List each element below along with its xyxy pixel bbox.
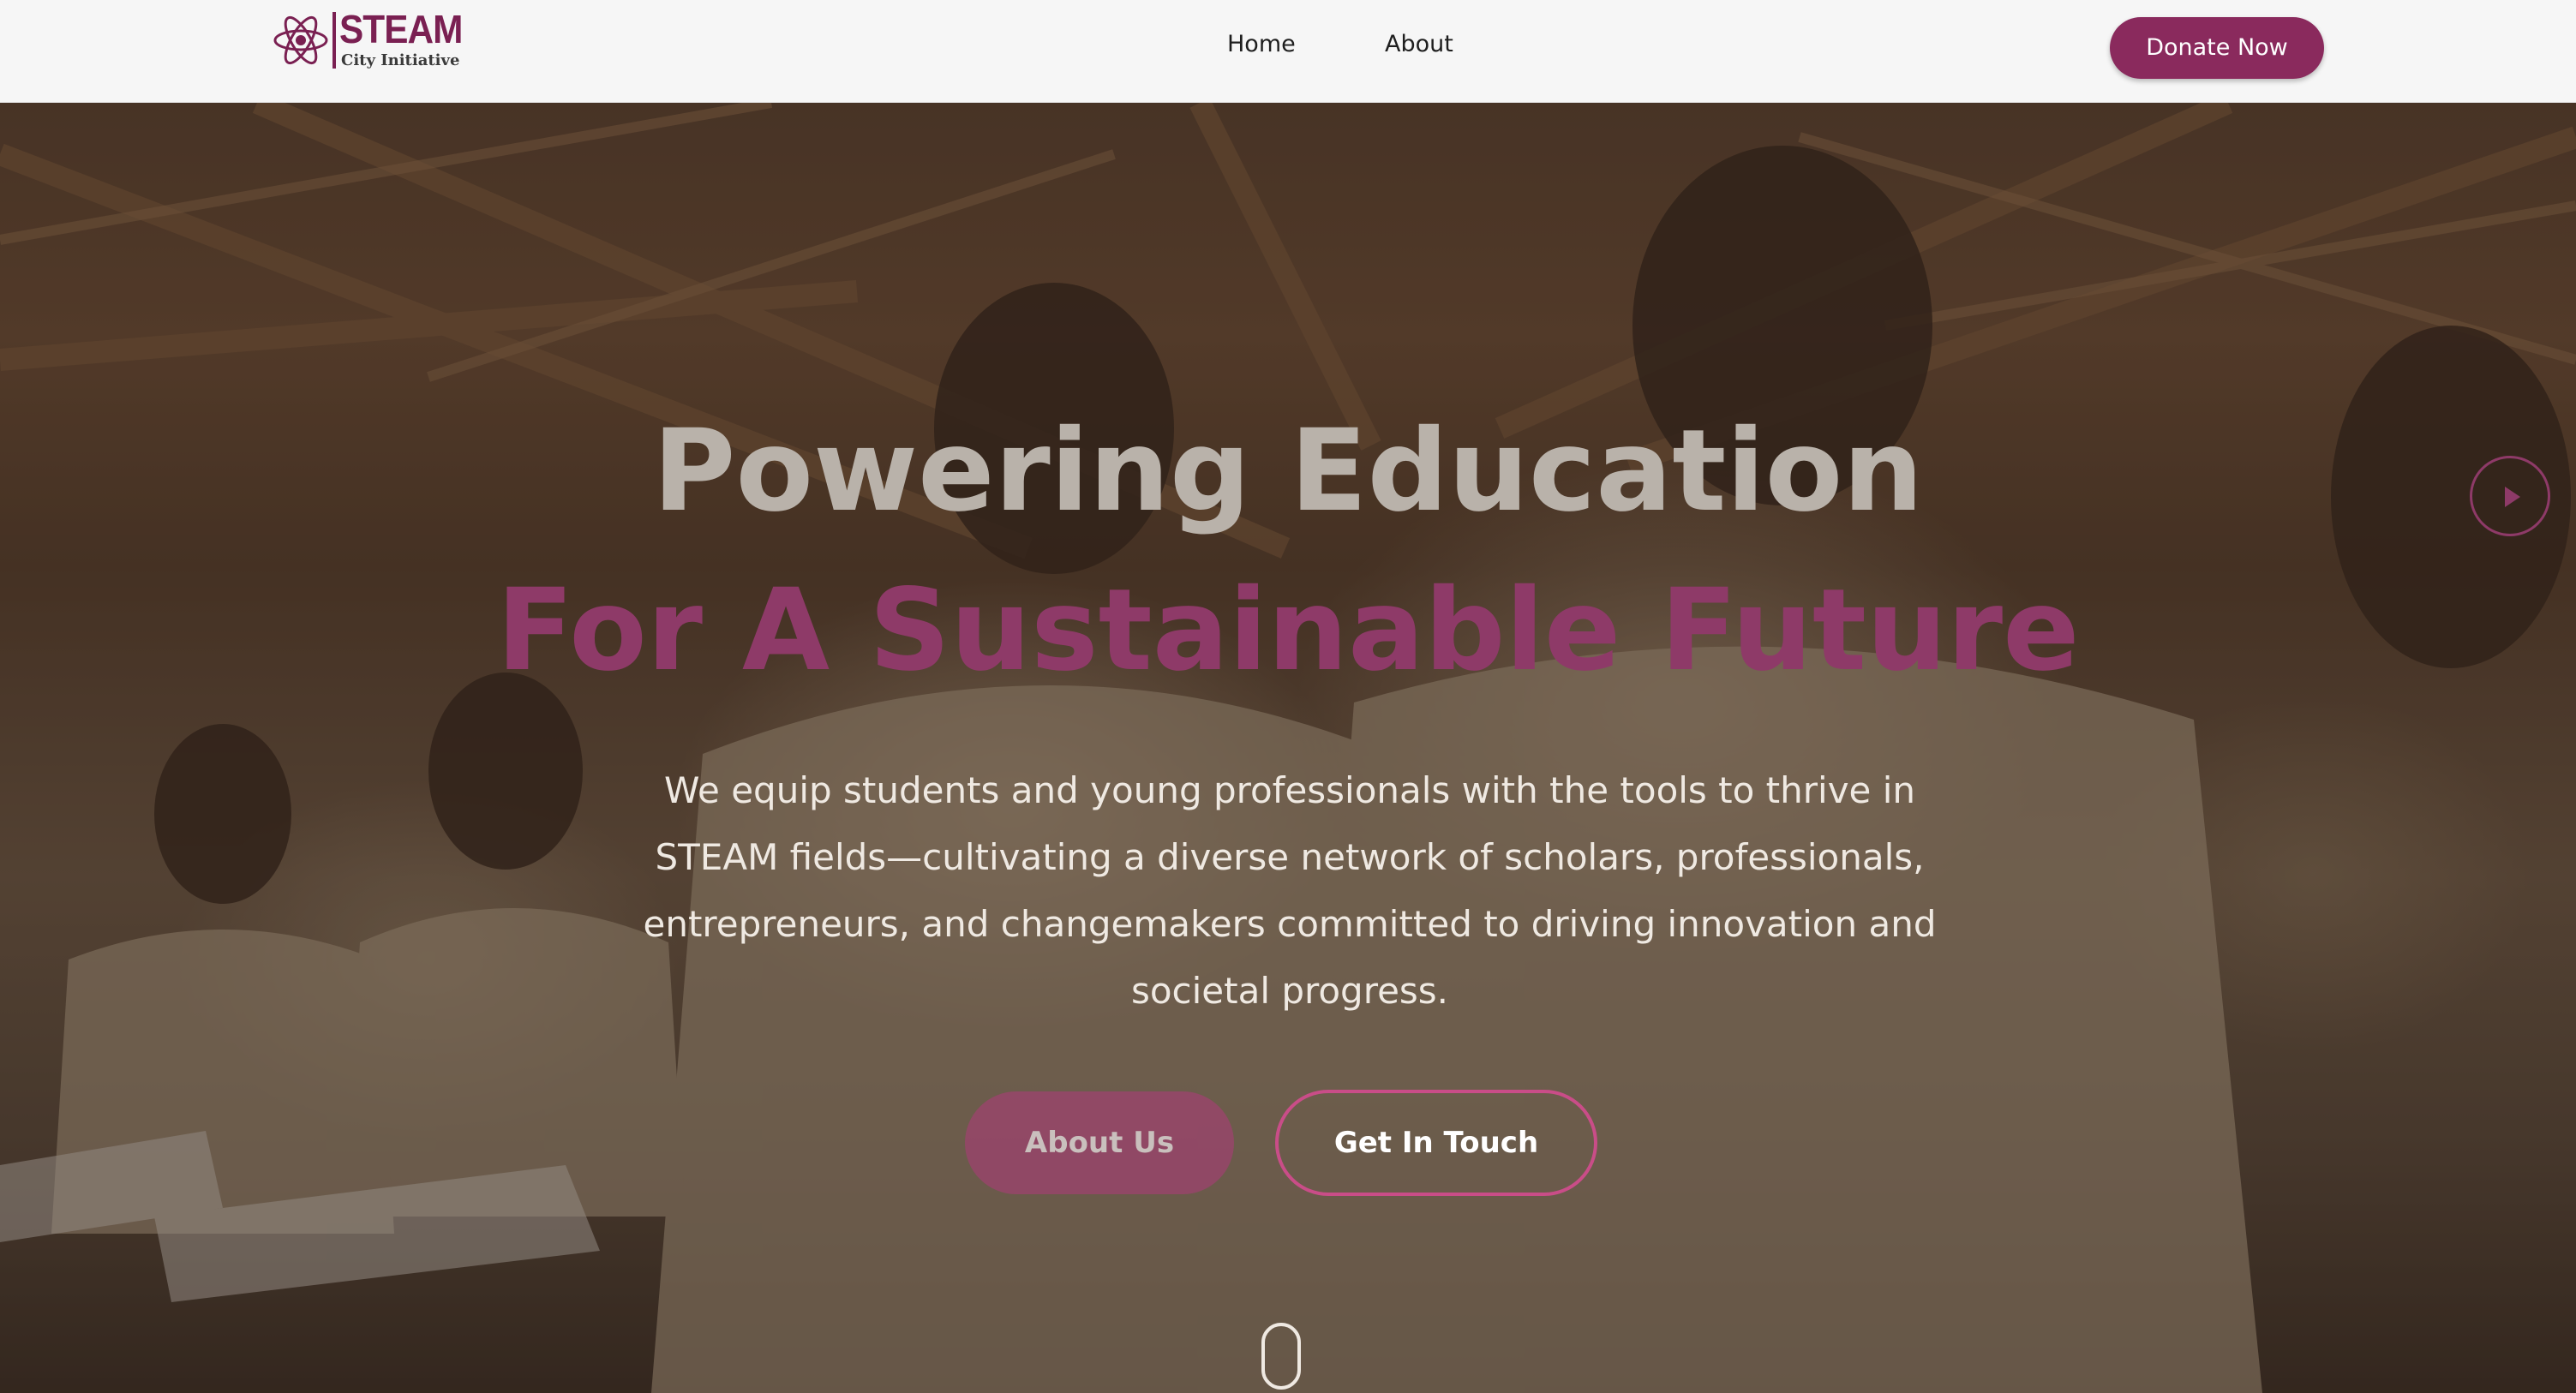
play-video-button[interactable] xyxy=(2470,456,2550,536)
get-in-touch-button[interactable]: Get In Touch xyxy=(1275,1090,1597,1196)
about-us-button[interactable]: About Us xyxy=(965,1091,1234,1194)
nav-home-link[interactable]: Home xyxy=(1227,26,1296,63)
donate-now-button[interactable]: Donate Now xyxy=(2110,17,2324,79)
hero-headline-primary: Powering Education xyxy=(652,405,1924,537)
nav-about-link[interactable]: About xyxy=(1385,26,1453,63)
navbar: STEAM City Initiative Home About Donate … xyxy=(0,0,2576,103)
atom-flower-icon xyxy=(273,15,328,65)
logo-subtitle: City Initiative xyxy=(341,51,460,69)
hero-description: We equip students and young professional… xyxy=(643,769,1937,1012)
scroll-mouse-icon[interactable] xyxy=(1261,1323,1301,1390)
play-icon xyxy=(2505,487,2520,507)
hero-dark-overlay xyxy=(0,103,2576,1393)
logo-divider xyxy=(332,12,336,69)
logo[interactable]: STEAM City Initiative xyxy=(273,7,463,74)
hero-section: Powering Education For A Sustainable Fut… xyxy=(0,103,2576,1393)
hero-headline-accent: For A Sustainable Future xyxy=(496,565,2080,696)
logo-title: STEAM xyxy=(339,7,463,51)
